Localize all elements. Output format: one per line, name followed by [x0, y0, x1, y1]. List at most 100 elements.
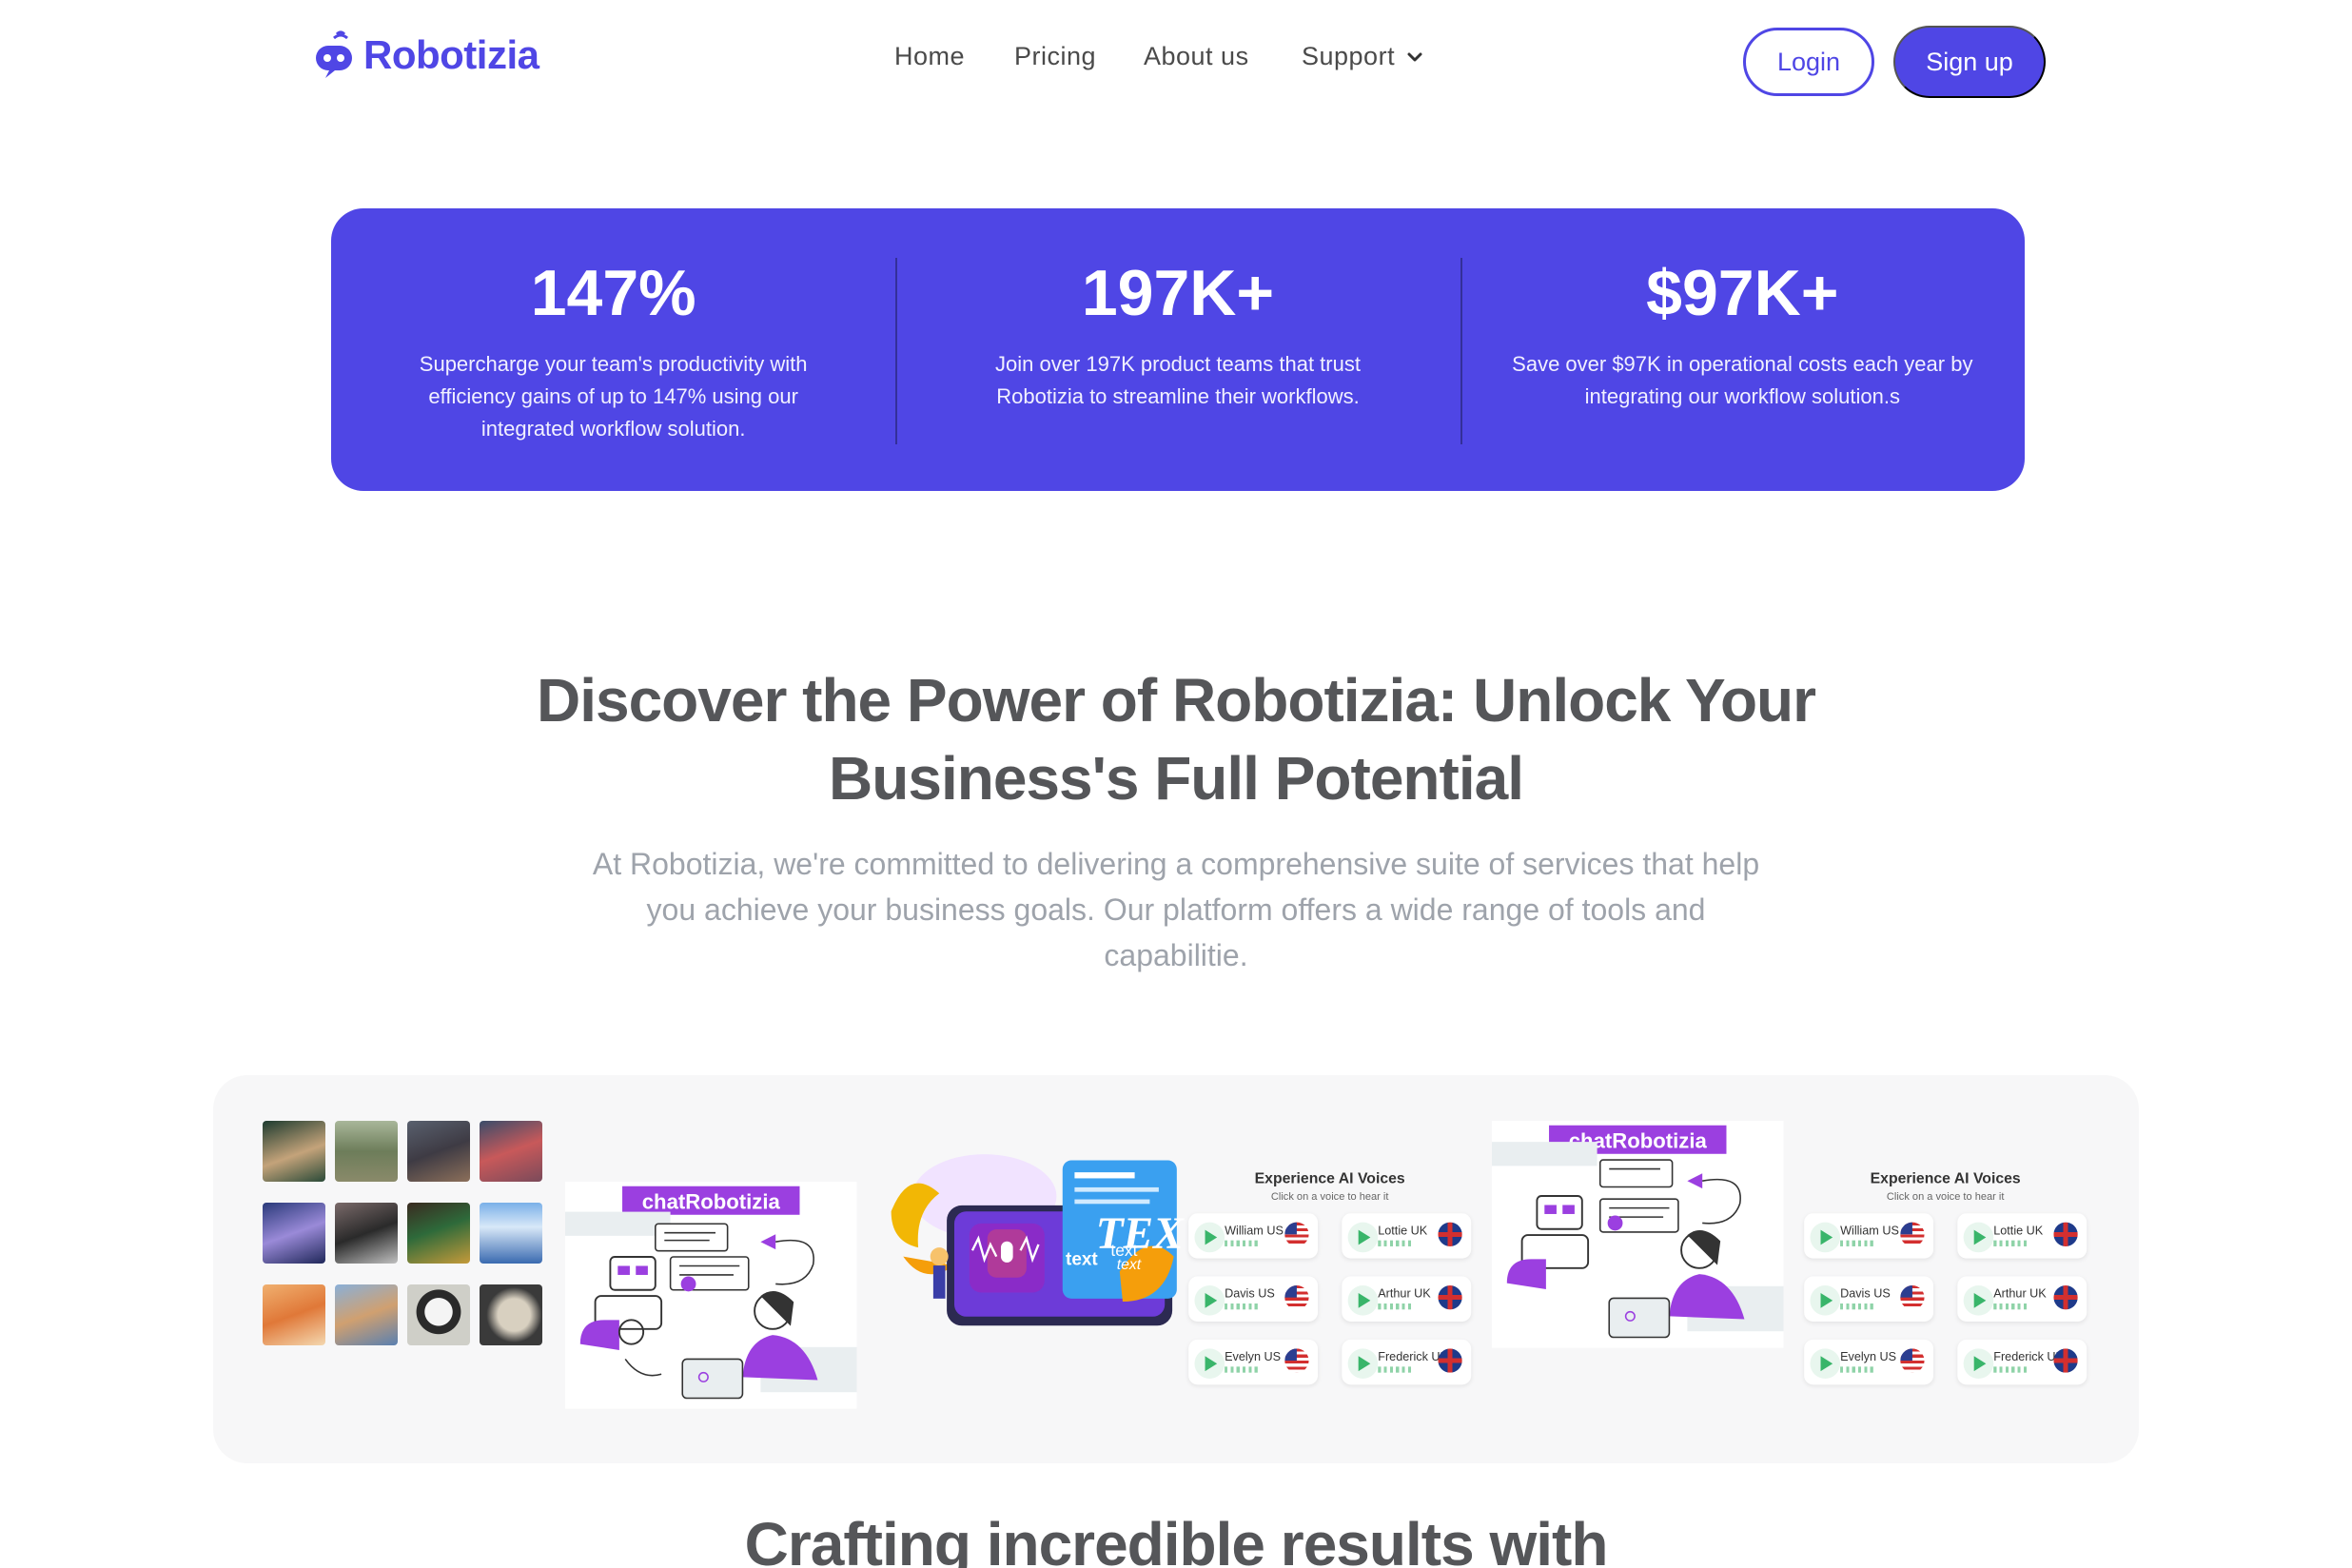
- play-icon: [1963, 1348, 1994, 1379]
- section-heading: Discover the Power of Robotizia: Unlock …: [536, 666, 1816, 813]
- stat-description: Save over $97K in operational costs each…: [1512, 352, 1973, 408]
- section-lead: At Robotizia, we're committed to deliver…: [592, 847, 1760, 972]
- signup-button[interactable]: Sign up: [1893, 26, 2046, 98]
- voice-name: William US: [1840, 1224, 1899, 1238]
- thumbnail-image: [480, 1203, 542, 1264]
- play-icon: [1347, 1348, 1379, 1379]
- thumbnail-image: [263, 1203, 325, 1264]
- thumbnail-image: [335, 1203, 398, 1264]
- play-icon: [1194, 1222, 1225, 1253]
- brand-logo[interactable]: Robotizia: [312, 29, 539, 82]
- uk-flag-icon: [1438, 1222, 1462, 1246]
- waveform-icon: [1378, 1240, 1411, 1246]
- waveform-icon: [1378, 1366, 1411, 1373]
- voice-option-davis[interactable]: Davis US: [1804, 1276, 1934, 1322]
- uk-flag-icon: [2053, 1222, 2078, 1246]
- stat-value: $97K+: [1646, 257, 1839, 329]
- play-icon: [1194, 1285, 1225, 1316]
- voice-name: Arthur UK: [1993, 1286, 2047, 1301]
- stats-banner: 147% Supercharge your team's productivit…: [331, 208, 2025, 491]
- stat-value: 197K+: [1081, 257, 1275, 329]
- thumbnail-image: [263, 1121, 325, 1182]
- voice-option-frederick[interactable]: Frederick UK: [1957, 1339, 2087, 1385]
- voice-option-davis[interactable]: Davis US: [1188, 1276, 1319, 1322]
- thumbnail-image: [335, 1284, 398, 1345]
- chevron-down-icon: [1407, 52, 1422, 61]
- nav-about-us[interactable]: About us: [1144, 42, 1249, 71]
- voices-subtitle: Click on a voice to hear it: [1270, 1192, 1389, 1204]
- top-navbar: Robotizia Home Pricing About us Support …: [0, 0, 2352, 122]
- nav-home[interactable]: Home: [894, 42, 965, 71]
- chat-robotizia-card: chatRobotizia: [565, 1182, 857, 1409]
- waveform-icon: [1225, 1366, 1258, 1373]
- voice-option-evelyn[interactable]: Evelyn US: [1804, 1339, 1934, 1385]
- nav-support-label: Support: [1302, 42, 1396, 70]
- us-flag-icon: [1284, 1222, 1309, 1246]
- play-icon: [1194, 1348, 1225, 1379]
- voice-name: Davis US: [1840, 1286, 1891, 1301]
- tts-label-text: text: [1066, 1248, 1098, 1270]
- voice-option-lottie[interactable]: Lottie UK: [1957, 1213, 2087, 1259]
- voices-subtitle: Click on a voice to hear it: [1886, 1192, 2005, 1204]
- login-button[interactable]: Login: [1743, 28, 1874, 96]
- voices-title: Experience AI Voices: [1870, 1170, 2021, 1188]
- voice-name: Lottie UK: [1378, 1224, 1428, 1238]
- voice-option-lottie[interactable]: Lottie UK: [1342, 1213, 1472, 1259]
- image-generation-grid: [263, 1121, 544, 1376]
- stat-description: Join over 197K product teams that trust …: [994, 352, 1361, 408]
- stat-productivity: 147% Supercharge your team's productivit…: [331, 208, 895, 491]
- waveform-icon: [1840, 1240, 1873, 1246]
- play-icon: [1963, 1285, 1994, 1316]
- robot-logo-icon: [316, 30, 352, 78]
- voice-option-william[interactable]: William US: [1804, 1213, 1934, 1259]
- waveform-icon: [1993, 1366, 2027, 1373]
- uk-flag-icon: [1438, 1285, 1462, 1310]
- stat-description: Supercharge your team's productivity wit…: [419, 352, 808, 441]
- us-flag-icon: [1284, 1348, 1309, 1373]
- thumbnail-image: [407, 1284, 470, 1345]
- play-icon: [1963, 1222, 1994, 1253]
- stat-teams: 197K+ Join over 197K product teams that …: [895, 208, 1460, 491]
- ai-voices-card: Experience AI Voices Click on a voice to…: [1186, 1153, 1475, 1394]
- tts-label-text: text: [1116, 1257, 1142, 1274]
- voice-option-william[interactable]: William US: [1188, 1213, 1319, 1259]
- voice-option-arthur[interactable]: Arthur UK: [1342, 1276, 1472, 1322]
- nav-pricing[interactable]: Pricing: [1014, 42, 1096, 71]
- uk-flag-icon: [2053, 1285, 2078, 1310]
- waveform-icon: [1378, 1303, 1411, 1310]
- voice-option-frederick[interactable]: Frederick UK: [1342, 1339, 1472, 1385]
- nav-support[interactable]: Support: [1302, 42, 1425, 71]
- waveform-icon: [1840, 1303, 1873, 1310]
- voice-option-evelyn[interactable]: Evelyn US: [1188, 1339, 1319, 1385]
- chat-illustration: [1492, 1142, 1784, 1339]
- voice-name: Evelyn US: [1840, 1349, 1897, 1364]
- play-icon: [1810, 1222, 1841, 1253]
- uk-flag-icon: [2053, 1348, 2078, 1373]
- waveform-icon: [1993, 1240, 2027, 1246]
- ai-voices-card-2: Experience AI Voices Click on a voice to…: [1801, 1153, 2090, 1394]
- voice-name: William US: [1225, 1224, 1284, 1238]
- play-icon: [1347, 1222, 1379, 1253]
- thumbnail-image: [335, 1121, 398, 1182]
- uk-flag-icon: [1438, 1348, 1462, 1373]
- play-icon: [1347, 1285, 1379, 1316]
- thumbnail-image: [407, 1203, 470, 1264]
- waveform-icon: [1225, 1303, 1258, 1310]
- waveform-icon: [1993, 1303, 2027, 1310]
- stat-value: 147%: [530, 257, 696, 329]
- voice-option-arthur[interactable]: Arthur UK: [1957, 1276, 2087, 1322]
- play-icon: [1810, 1285, 1841, 1316]
- brand-name: Robotizia: [363, 32, 539, 77]
- waveform-icon: [1840, 1366, 1873, 1373]
- voice-name: Davis US: [1225, 1286, 1275, 1301]
- thumbnail-image: [263, 1284, 325, 1345]
- us-flag-icon: [1900, 1222, 1925, 1246]
- thumbnail-image: [480, 1284, 542, 1345]
- us-flag-icon: [1284, 1285, 1309, 1310]
- feature-gallery: chatRobotizia TEXT text text text Experi…: [213, 1075, 2139, 1463]
- next-section-heading: Crafting incredible results with: [744, 1510, 1609, 1568]
- voices-title: Experience AI Voices: [1254, 1170, 1405, 1188]
- chat-robotizia-card-2: chatRobotizia: [1492, 1121, 1784, 1348]
- voice-name: Lottie UK: [1993, 1224, 2044, 1238]
- play-icon: [1810, 1348, 1841, 1379]
